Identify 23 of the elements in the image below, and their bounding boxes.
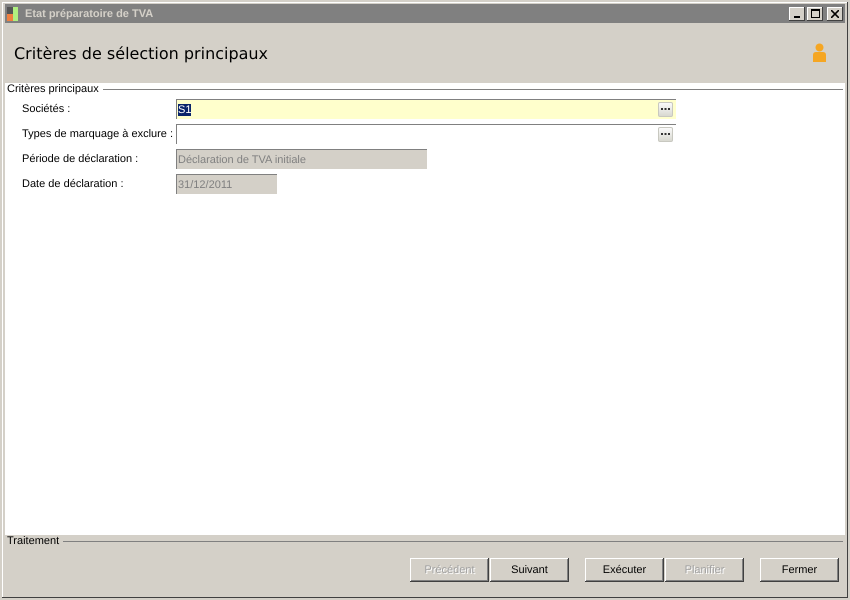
action-button[interactable]: Exécuter — [585, 558, 664, 582]
field-label: Types de marquage à exclure : — [22, 128, 174, 140]
ellipsis-icon — [661, 133, 670, 136]
field-value: 31/12/2011 — [178, 178, 232, 190]
browse-button[interactable] — [658, 127, 673, 142]
field-label: Sociétés : — [22, 103, 72, 115]
field-label: Période de déclaration : — [22, 153, 140, 165]
field-value: Déclaration de TVA initiale — [178, 154, 306, 166]
action-button[interactable]: Suivant — [490, 558, 569, 582]
browse-button[interactable] — [658, 102, 673, 117]
section-legend: Traitement — [7, 535, 60, 547]
maximize-icon[interactable] — [807, 6, 823, 20]
page-title: Critères de sélection principaux — [14, 44, 268, 62]
action-button[interactable]: Fermer — [760, 558, 839, 582]
minimize-icon[interactable] — [789, 6, 805, 20]
input-field[interactable]: S1 — [176, 99, 676, 119]
ellipsis-icon — [661, 108, 670, 111]
section-legend: Critères principaux — [7, 83, 99, 95]
window-title: Etat préparatoire de TVA — [25, 8, 154, 20]
field-label: Date de déclaration : — [22, 178, 125, 190]
input-field[interactable] — [176, 124, 676, 144]
close-icon[interactable] — [827, 6, 843, 20]
field-value: S1 — [178, 104, 192, 116]
